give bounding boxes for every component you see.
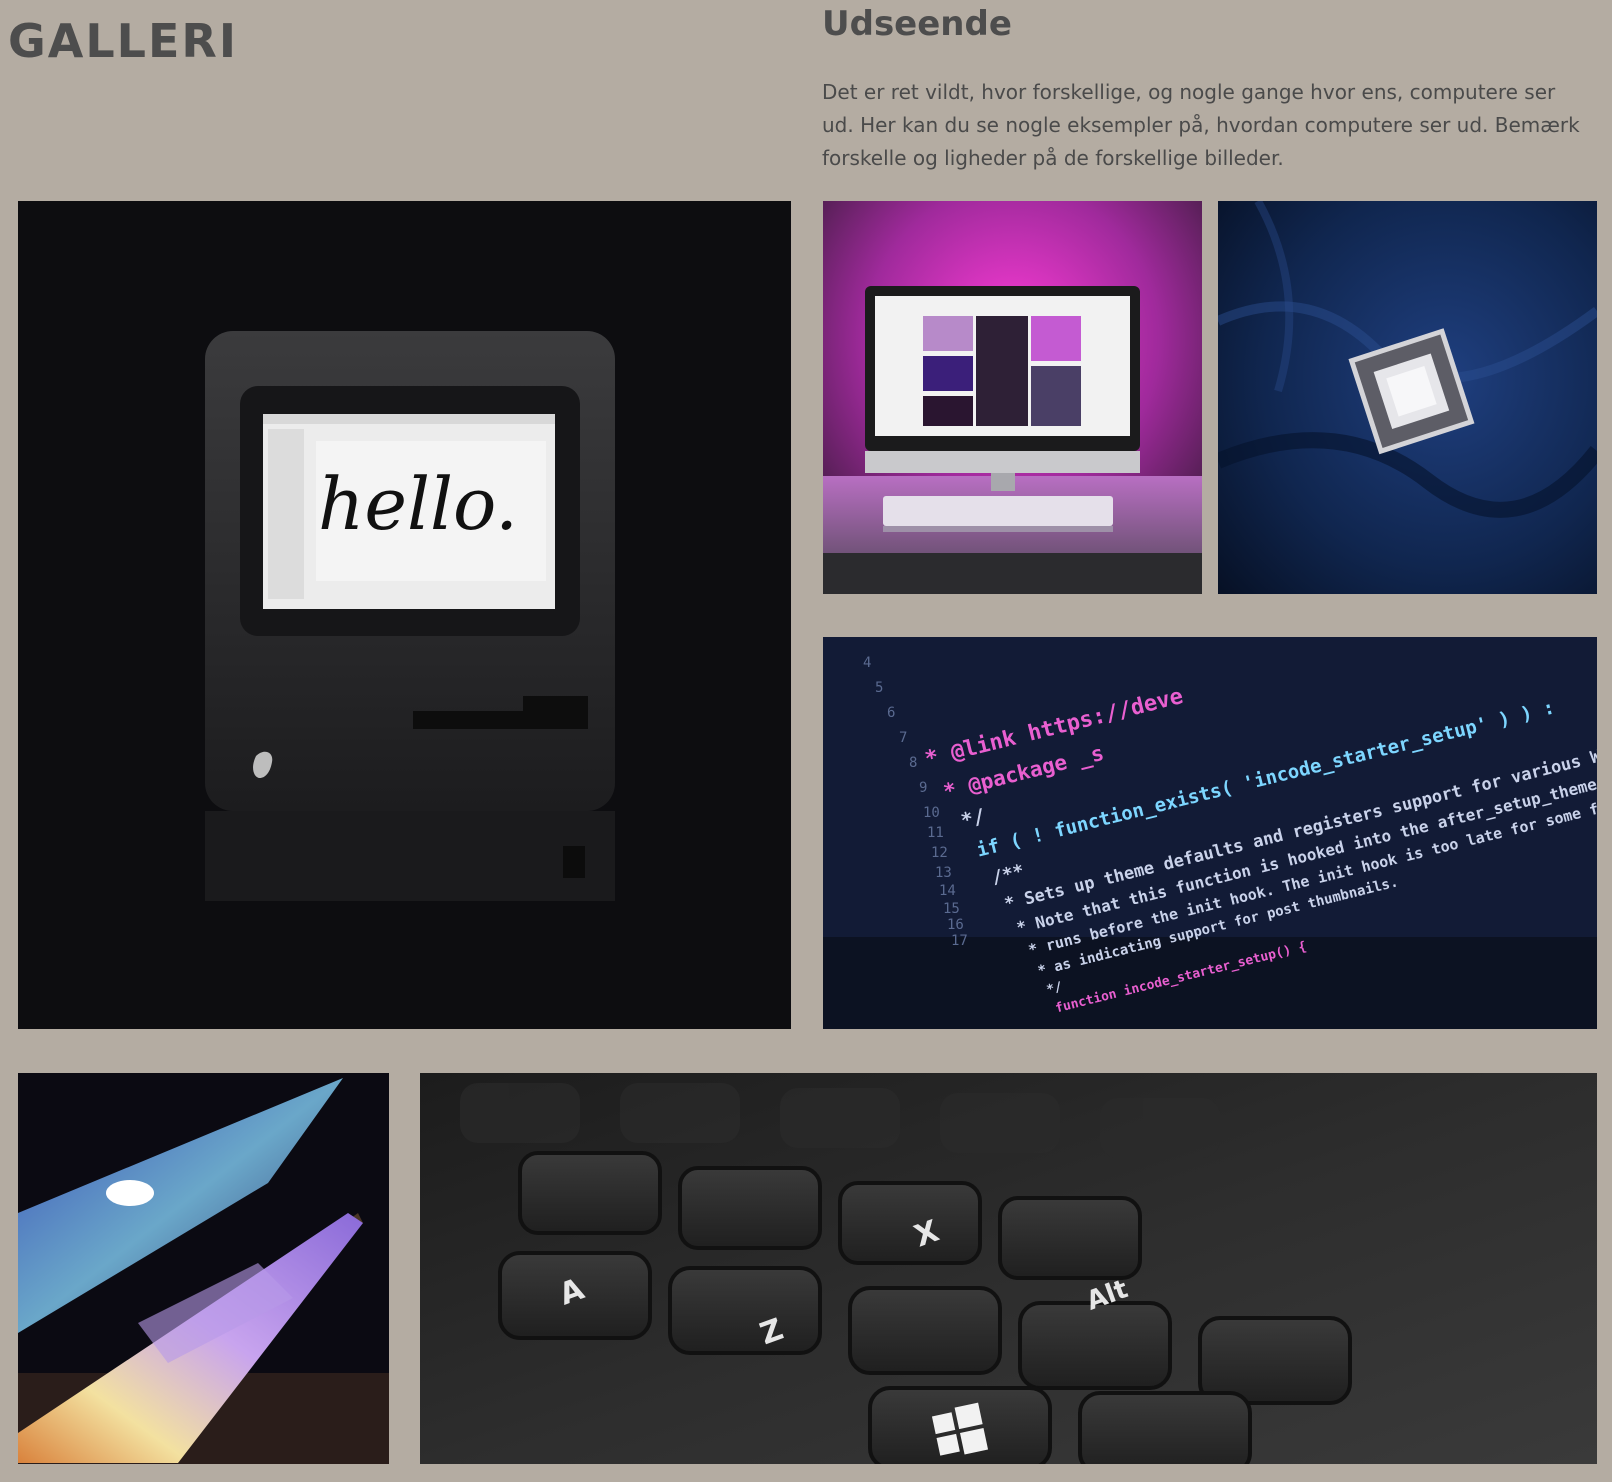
line-number: 4 bbox=[863, 655, 871, 671]
intro-paragraph: Det er ret vildt, hvor forskellige, og n… bbox=[822, 80, 1580, 170]
gallery-image-keyboard-closeup[interactable]: A Z X Alt bbox=[420, 1073, 1597, 1464]
mac-screen-text: hello. bbox=[318, 462, 518, 546]
gallery-image-imac-pink[interactable] bbox=[823, 201, 1202, 594]
line-number: 13 bbox=[935, 865, 952, 881]
line-number: 8 bbox=[909, 755, 917, 771]
line-number: 11 bbox=[927, 825, 944, 841]
gallery-image-cpu-chip[interactable] bbox=[1218, 201, 1597, 594]
gallery-image-classic-mac[interactable]: hello. bbox=[18, 201, 791, 1029]
macbook-illustration bbox=[18, 1073, 389, 1464]
line-number: 16 bbox=[947, 917, 964, 933]
gallery-image-macbook-gradient[interactable] bbox=[18, 1073, 389, 1464]
line-number: 9 bbox=[919, 780, 927, 796]
imac-illustration bbox=[823, 201, 1202, 594]
line-number: 5 bbox=[875, 680, 883, 696]
code-illustration: 4 5 6 7 8 9 10 11 12 13 14 15 16 17 * @l… bbox=[823, 637, 1597, 1029]
classic-mac-illustration: hello. bbox=[18, 201, 791, 1029]
page-title: GALLERI bbox=[8, 14, 238, 68]
keyboard-illustration: A Z X Alt bbox=[420, 1073, 1597, 1464]
line-number: 10 bbox=[923, 805, 940, 821]
line-number: 6 bbox=[887, 705, 895, 721]
line-number: 17 bbox=[951, 933, 968, 949]
line-number: 14 bbox=[939, 883, 956, 899]
apple-logo-icon bbox=[106, 1180, 154, 1206]
line-number: 7 bbox=[899, 730, 907, 746]
line-number: 12 bbox=[931, 845, 948, 861]
line-number: 15 bbox=[943, 901, 960, 917]
section-heading: Udseende bbox=[822, 4, 1012, 44]
gallery-image-code-screen[interactable]: 4 5 6 7 8 9 10 11 12 13 14 15 16 17 * @l… bbox=[823, 637, 1597, 1029]
cpu-illustration bbox=[1218, 201, 1597, 594]
